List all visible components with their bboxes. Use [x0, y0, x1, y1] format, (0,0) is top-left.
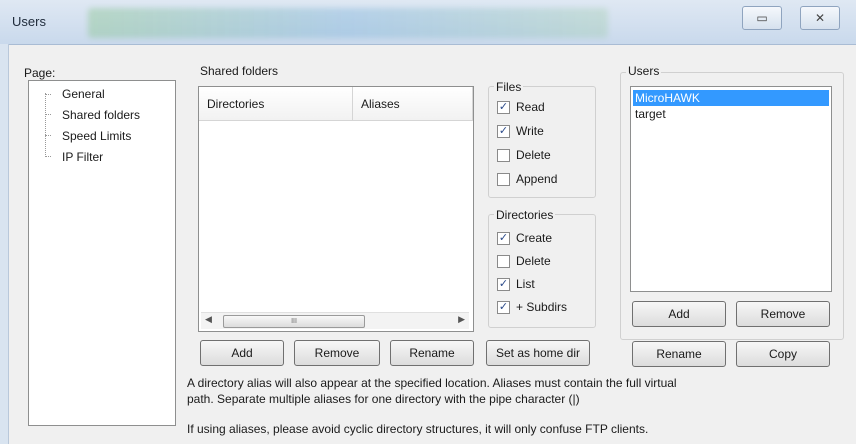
column-header-directories[interactable]: Directories [199, 87, 353, 121]
tree-branch [45, 94, 51, 95]
files-append-checkbox[interactable]: Append [497, 172, 557, 186]
alias-note-line1: A directory alias will also appear at th… [187, 376, 677, 390]
user-item-microhawk[interactable]: MicroHAWK [633, 90, 829, 106]
blurred-background-region [88, 8, 608, 38]
tree-item-shared-folders[interactable]: Shared folders [62, 108, 140, 122]
scroll-left-icon[interactable]: ◀ [205, 314, 212, 325]
alias-note-line3: If using aliases, please avoid cyclic di… [187, 422, 649, 436]
page-label: Page: [24, 66, 56, 80]
users-add-button[interactable]: Add [632, 301, 726, 327]
checkbox-box: ✓ [497, 300, 510, 314]
restore-button[interactable]: ▭ [742, 6, 782, 30]
dirs-list-checkbox[interactable]: ✓ List [497, 277, 535, 291]
user-item-target[interactable]: target [633, 106, 829, 122]
shared-folders-list[interactable]: Directories Aliases ◀ III ▶ [198, 86, 474, 332]
tree-item-general[interactable]: General [62, 87, 105, 101]
checkbox-box [497, 148, 510, 162]
users-list[interactable]: MicroHAWK target [630, 86, 832, 292]
window-left-edge [0, 44, 9, 444]
checkbox-box: ✓ [497, 277, 510, 291]
folders-remove-button[interactable]: Remove [294, 340, 380, 366]
users-rename-button[interactable]: Rename [632, 341, 726, 367]
checkbox-label: Append [516, 172, 558, 186]
column-header-aliases[interactable]: Aliases [353, 87, 473, 121]
checkbox-label: Delete [516, 148, 551, 162]
checkbox-box: ✓ [497, 124, 510, 138]
shared-folders-label: Shared folders [200, 64, 279, 78]
tree-branch [45, 114, 51, 115]
files-read-checkbox[interactable]: ✓ Read [497, 100, 545, 114]
dirs-create-checkbox[interactable]: ✓ Create [497, 231, 552, 245]
checkbox-label: Read [516, 100, 545, 114]
title-bar: Users ▭ ✕ [0, 0, 856, 45]
tree-branch [45, 135, 51, 136]
close-button[interactable]: ✕ [800, 6, 840, 30]
files-group-label: Files [494, 80, 524, 94]
tree-connector [45, 93, 46, 157]
checkbox-label: List [516, 277, 535, 291]
close-icon: ✕ [814, 11, 826, 25]
users-remove-button[interactable]: Remove [736, 301, 830, 327]
checkbox-box: ✓ [497, 231, 510, 245]
tree-item-ip-filter[interactable]: IP Filter [62, 150, 103, 164]
directories-group-label: Directories [494, 208, 556, 222]
scrollbar-thumb[interactable]: III [223, 315, 365, 328]
checkbox-box: ✓ [497, 100, 510, 114]
restore-icon: ▭ [756, 11, 768, 25]
folders-add-button[interactable]: Add [200, 340, 284, 366]
users-label: Users [626, 64, 662, 78]
checkbox-label: + Subdirs [516, 300, 568, 314]
checkbox-box [497, 172, 510, 186]
files-delete-checkbox[interactable]: Delete [497, 148, 551, 162]
set-home-dir-button[interactable]: Set as home dir [486, 340, 590, 366]
alias-note-line2: path. Separate multiple aliases for one … [187, 392, 580, 406]
tree-branch [45, 156, 51, 157]
horizontal-scrollbar[interactable]: ◀ III ▶ [201, 312, 469, 329]
checkbox-label: Delete [516, 254, 551, 268]
folders-rename-button[interactable]: Rename [390, 340, 474, 366]
scroll-right-icon[interactable]: ▶ [458, 314, 465, 325]
dirs-subdirs-checkbox[interactable]: ✓ + Subdirs [497, 300, 567, 314]
files-write-checkbox[interactable]: ✓ Write [497, 124, 544, 138]
checkbox-label: Create [516, 231, 553, 245]
users-copy-button[interactable]: Copy [736, 341, 830, 367]
checkbox-box [497, 254, 510, 268]
window-title: Users [12, 14, 46, 29]
dirs-delete-checkbox[interactable]: Delete [497, 254, 551, 268]
checkbox-label: Write [516, 124, 544, 138]
tree-item-speed-limits[interactable]: Speed Limits [62, 129, 131, 143]
page-tree: General Shared folders Speed Limits IP F… [28, 80, 176, 426]
